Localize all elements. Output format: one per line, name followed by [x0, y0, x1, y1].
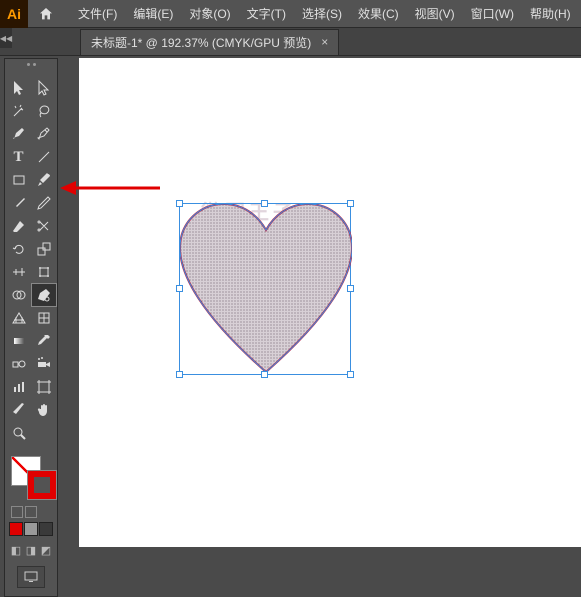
resize-handle-mid-right[interactable] [347, 285, 354, 292]
menu-object[interactable]: 对象(O) [183, 1, 236, 26]
swatch-gradient[interactable] [24, 522, 38, 536]
curvature-tool[interactable] [32, 123, 56, 145]
selection-tool[interactable] [7, 77, 31, 99]
screen-mode-button[interactable] [17, 566, 45, 588]
direct-selection-tool[interactable] [32, 77, 56, 99]
swatch-color[interactable] [9, 522, 23, 536]
default-fill-stroke-button[interactable] [11, 506, 23, 518]
mesh-tool[interactable] [32, 307, 56, 329]
home-button[interactable] [32, 0, 60, 28]
gradient-tool[interactable] [7, 330, 31, 352]
screen-mode-control [9, 566, 53, 588]
scissors-tool[interactable] [32, 215, 56, 237]
empty-tool-slot [32, 422, 56, 444]
shape-builder-tool[interactable] [7, 284, 31, 306]
live-paint-tool[interactable] [32, 284, 56, 306]
tools-panel: T ◧ ◨ [4, 58, 58, 597]
menu-type[interactable]: 文字(T) [241, 1, 292, 26]
shaper-tool[interactable] [7, 192, 31, 214]
screen-icon [24, 571, 38, 583]
draw-behind-button[interactable]: ◨ [24, 542, 38, 558]
magic-wand-tool[interactable] [7, 100, 31, 122]
app-logo: Ai [0, 0, 28, 28]
eraser-tool[interactable] [7, 215, 31, 237]
resize-handle-top-mid[interactable] [261, 200, 268, 207]
draw-mode-row: ◧ ◨ ◩ [9, 542, 53, 558]
pencil-tool[interactable] [32, 192, 56, 214]
resize-handle-bottom-mid[interactable] [261, 371, 268, 378]
resize-handle-bottom-left[interactable] [176, 371, 183, 378]
draw-inside-button[interactable]: ◩ [39, 542, 53, 558]
fill-stroke-control[interactable] [7, 454, 55, 502]
menu-help[interactable]: 帮助(H) [524, 1, 577, 26]
panel-grip[interactable] [7, 63, 55, 73]
menu-effect[interactable]: 效果(C) [352, 1, 405, 26]
menu-view[interactable]: 视图(V) [409, 1, 461, 26]
slice-tool[interactable] [7, 399, 31, 421]
paintbrush-tool[interactable] [32, 169, 56, 191]
lasso-tool[interactable] [32, 100, 56, 122]
document-tab-title: 未标题-1* @ 192.37% (CMYK/GPU 预览) [91, 34, 311, 51]
eyedropper-tool[interactable] [32, 330, 56, 352]
type-tool[interactable]: T [7, 146, 31, 168]
close-tab-button[interactable]: × [321, 35, 328, 49]
column-graph-tool[interactable] [7, 376, 31, 398]
symbol-sprayer-tool[interactable] [32, 353, 56, 375]
heart-shape[interactable] [180, 204, 352, 376]
document-tab-bar: 未标题-1* @ 192.37% (CMYK/GPU 预览) × [0, 28, 581, 56]
resize-handle-bottom-right[interactable] [347, 371, 354, 378]
rectangle-tool[interactable] [7, 169, 31, 191]
artboard-tool[interactable] [32, 376, 56, 398]
resize-handle-mid-left[interactable] [176, 285, 183, 292]
hand-tool[interactable] [32, 399, 56, 421]
swatch-none[interactable] [39, 522, 53, 536]
stroke-swatch[interactable] [27, 470, 57, 500]
line-tool[interactable] [32, 146, 56, 168]
width-tool[interactable] [7, 261, 31, 283]
menu-bar: Ai 文件(F) 编辑(E) 对象(O) 文字(T) 选择(S) 效果(C) 视… [0, 0, 581, 28]
zoom-tool[interactable] [7, 422, 31, 444]
resize-handle-top-left[interactable] [176, 200, 183, 207]
free-transform-tool[interactable] [32, 261, 56, 283]
menu-select[interactable]: 选择(S) [296, 1, 348, 26]
canvas-area[interactable]: 微图王子网 [79, 58, 581, 547]
color-mode-row [9, 522, 53, 536]
home-icon [38, 6, 54, 22]
selection-bounding-box[interactable] [179, 203, 351, 375]
main-menu: 文件(F) 编辑(E) 对象(O) 文字(T) 选择(S) 效果(C) 视图(V… [72, 1, 577, 26]
document-tab[interactable]: 未标题-1* @ 192.37% (CMYK/GPU 预览) × [80, 29, 339, 55]
menu-file[interactable]: 文件(F) [72, 1, 123, 26]
perspective-tool[interactable] [7, 307, 31, 329]
pen-tool[interactable] [7, 123, 31, 145]
menu-edit[interactable]: 编辑(E) [127, 1, 179, 26]
resize-handle-top-right[interactable] [347, 200, 354, 207]
rotate-tool[interactable] [7, 238, 31, 260]
draw-normal-button[interactable]: ◧ [9, 542, 23, 558]
menu-window[interactable]: 窗口(W) [465, 1, 520, 26]
panel-collapse-handle[interactable]: ◀◀ [0, 28, 12, 48]
blend-tool[interactable] [7, 353, 31, 375]
scale-tool[interactable] [32, 238, 56, 260]
swap-fill-stroke-button[interactable] [25, 506, 37, 518]
